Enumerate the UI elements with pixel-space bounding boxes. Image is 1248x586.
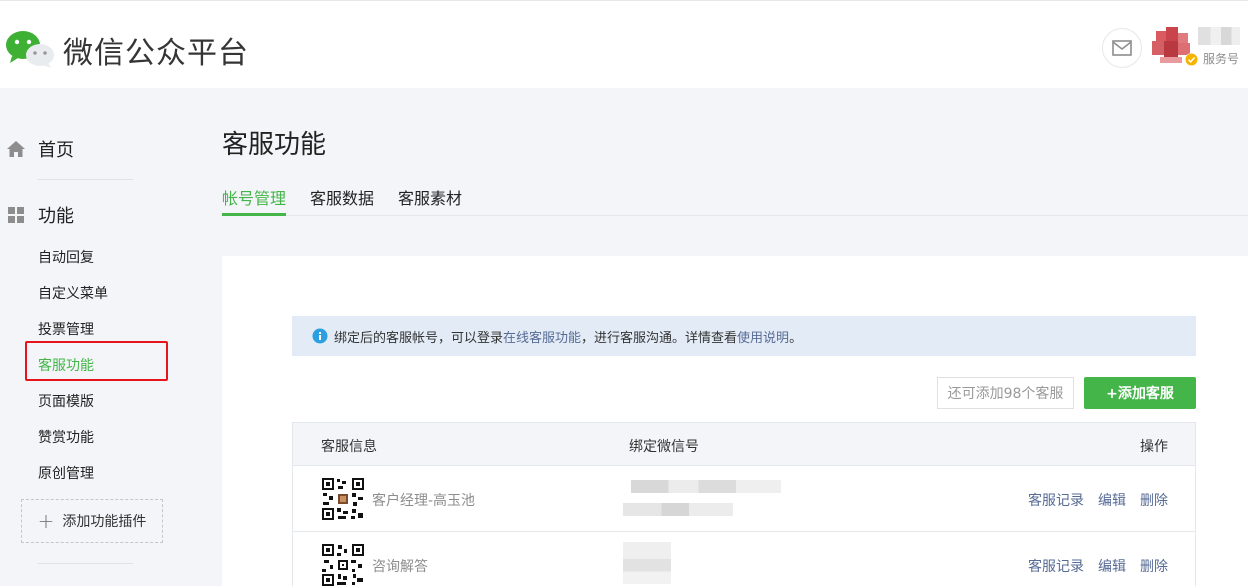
nav-divider (38, 179, 133, 180)
edit-link[interactable]: 编辑 (1098, 556, 1126, 576)
delete-link[interactable]: 删除 (1140, 556, 1168, 576)
online-service-link[interactable]: 在线客服功能 (503, 327, 581, 346)
edit-link[interactable]: 编辑 (1098, 490, 1126, 510)
wechat-nickname-blurred (623, 503, 733, 516)
notice-text-1: 绑定后的客服帐号，可以登录 (334, 330, 504, 346)
quota-display: 还可添加98个客服 (937, 377, 1074, 409)
grid-icon (8, 207, 24, 223)
page-title: 客服功能 (222, 130, 327, 160)
service-name: 客户经理-高玉池 (372, 493, 476, 509)
table-header: 客服信息 绑定微信号 操作 (293, 423, 1195, 466)
service-name: 咨询解答 (372, 559, 428, 575)
verified-badge-icon (1185, 53, 1198, 66)
notice-text-2: ，进行客服沟通。详情查看 (581, 330, 738, 346)
message-button[interactable] (1102, 28, 1142, 68)
nav-home-label: 首页 (38, 140, 74, 161)
sidebar-item-page-template[interactable]: 页面模版 (38, 391, 94, 411)
wechat-id-blurred (631, 480, 781, 493)
table-row: 客户经理-高玉池 客服记录 编辑 删除 (293, 466, 1195, 532)
sidebar-item-custom-menu[interactable]: 自定义菜单 (38, 283, 108, 303)
nav-function-label: 功能 (38, 206, 74, 227)
plus-icon: + (37, 509, 55, 533)
sidebar-item-original[interactable]: 原创管理 (38, 463, 94, 483)
usage-guide-link[interactable]: 使用说明 (737, 327, 789, 346)
delete-link[interactable]: 删除 (1140, 490, 1168, 510)
info-notice: 绑定后的客服帐号，可以登录 在线客服功能 ，进行客服沟通。详情查看 使用说明 。 (292, 316, 1196, 356)
wechat-logo-icon[interactable] (4, 28, 56, 68)
nav-function[interactable]: 功能 (6, 202, 74, 228)
nav-divider (38, 563, 133, 564)
header-operations: 操作 (1140, 439, 1168, 455)
info-icon (312, 328, 328, 344)
top-header: 微信公众平台 服务号 (0, 0, 1248, 88)
service-account-table: 客服信息 绑定微信号 操作 客户经理-高玉池 客服记录 编辑 删除 咨询解答 客… (292, 422, 1196, 586)
sidebar-item-auto-reply[interactable]: 自动回复 (38, 247, 94, 267)
qr-code-icon (321, 477, 365, 521)
notice-text-3: 。 (789, 330, 803, 346)
tab-service-data[interactable]: 客服数据 (310, 185, 374, 209)
highlight-box (25, 341, 168, 381)
header-bound-wechat: 绑定微信号 (629, 439, 699, 455)
nav-home[interactable]: 首页 (6, 136, 74, 162)
tab-account-management[interactable]: 帐号管理 (222, 185, 286, 209)
tab-service-material[interactable]: 客服素材 (398, 185, 462, 209)
wechat-id-blurred (623, 542, 671, 584)
account-type-label: 服务号 (1203, 52, 1240, 66)
mail-icon (1112, 40, 1132, 56)
add-service-button[interactable]: +添加客服 (1084, 377, 1196, 409)
service-records-link[interactable]: 客服记录 (1028, 556, 1084, 576)
sidebar-item-reward[interactable]: 赞赏功能 (38, 427, 94, 447)
sidebar-item-vote[interactable]: 投票管理 (38, 319, 94, 339)
add-plugin-label: 添加功能插件 (62, 514, 147, 530)
add-plugin-button[interactable]: + 添加功能插件 (21, 499, 163, 543)
qr-code-icon (321, 543, 365, 586)
header-service-info: 客服信息 (321, 439, 377, 455)
platform-title[interactable]: 微信公众平台 (63, 28, 249, 72)
home-icon (7, 141, 25, 157)
active-tab-indicator (222, 213, 286, 216)
service-records-link[interactable]: 客服记录 (1028, 490, 1084, 510)
table-row: 咨询解答 客服记录 编辑 删除 (293, 532, 1195, 586)
account-name-blurred (1198, 27, 1240, 45)
tab-bar: 帐号管理 客服数据 客服素材 (222, 175, 1248, 216)
